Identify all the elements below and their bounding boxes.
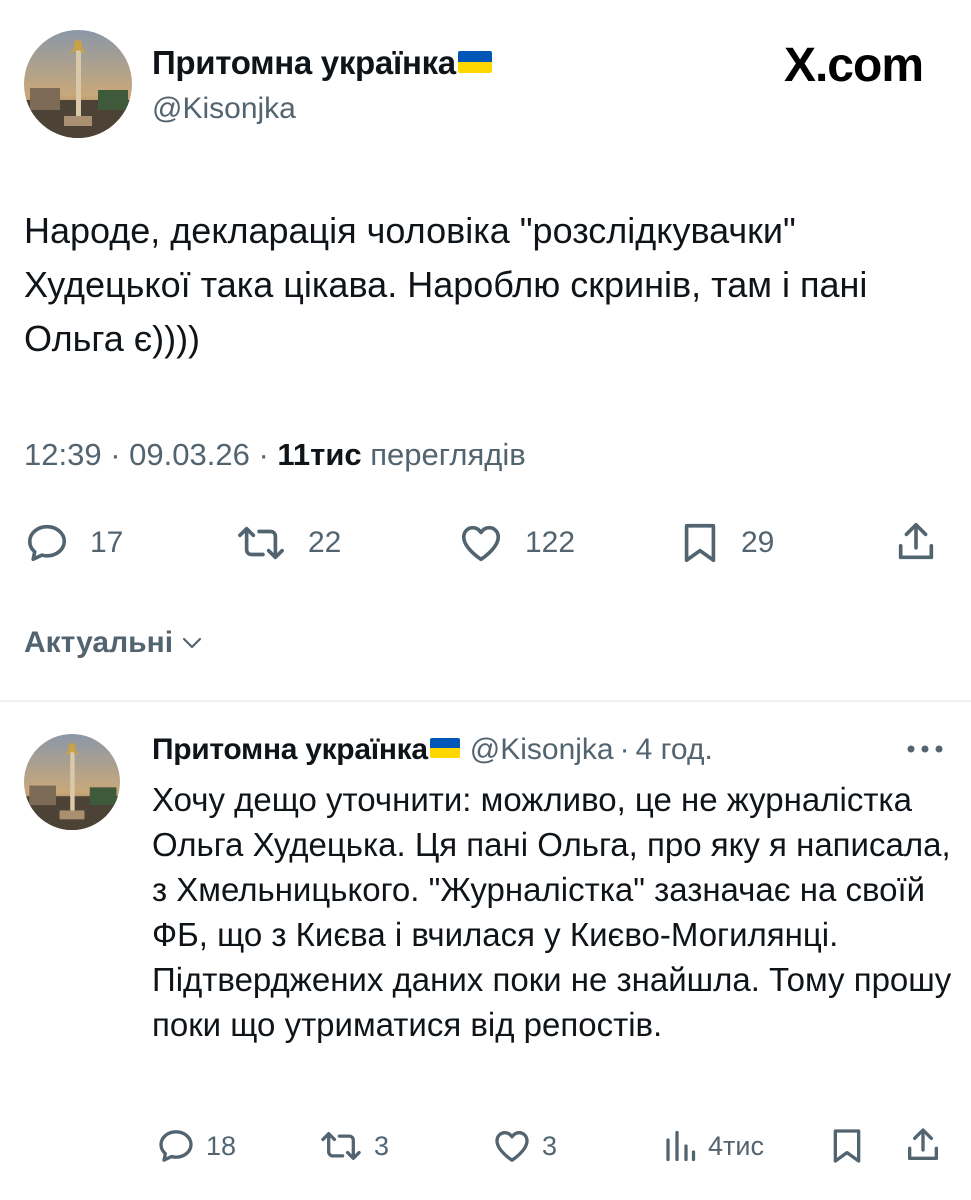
ukraine-flag-icon	[457, 51, 492, 73]
repost-icon	[321, 1132, 361, 1160]
tweet-meta: 12:39 · 09.03.26 · 11тис переглядів	[24, 437, 526, 472]
reply-icon	[27, 524, 67, 562]
site-logo: X.com	[783, 39, 924, 92]
tweet-date[interactable]: 09.03.26	[129, 437, 250, 472]
like-icon	[461, 525, 501, 562]
chevron-down-icon	[182, 637, 202, 649]
reply-reply-button[interactable]: 18	[156, 1126, 236, 1166]
views-count: 11тис	[277, 437, 362, 472]
like-count: 122	[525, 526, 576, 559]
sort-dropdown[interactable]: Актуальні	[24, 626, 203, 660]
tweet-time[interactable]: 12:39	[24, 437, 102, 472]
share-button[interactable]	[893, 518, 939, 566]
reply-bookmark-button[interactable]	[829, 1126, 865, 1166]
reply-repost-count: 3	[374, 1130, 390, 1161]
reply-like-button[interactable]: 3	[492, 1126, 557, 1166]
bookmark-button[interactable]: 29	[679, 520, 774, 566]
repost-icon	[238, 526, 284, 560]
reply-header: Притомна українка @Kisonjka · 4 год.	[152, 733, 713, 767]
repost-button[interactable]: 22	[234, 520, 341, 566]
author-name[interactable]: Притомна українка	[152, 44, 492, 82]
share-icon	[898, 522, 934, 560]
author-handle[interactable]: @Kisonjka	[152, 92, 296, 126]
sort-label: Актуальні	[24, 626, 174, 659]
reply-author-avatar[interactable]	[24, 734, 120, 830]
bookmark-icon	[684, 523, 716, 563]
reply-count: 17	[90, 526, 124, 559]
like-icon	[495, 1131, 529, 1162]
ukraine-flag-icon	[429, 738, 460, 758]
divider	[0, 700, 971, 702]
reply-icon	[159, 1130, 193, 1162]
bookmark-icon	[833, 1129, 861, 1163]
more-icon	[907, 745, 943, 753]
share-icon	[908, 1128, 938, 1160]
reply-like-count: 3	[542, 1130, 558, 1161]
reply-author-handle[interactable]: @Kisonjka	[470, 733, 614, 767]
reply-text: Хочу дещо уточнити: можливо, це не журна…	[152, 781, 952, 1043]
separator-dot: ·	[619, 733, 630, 766]
repost-count: 22	[308, 526, 342, 559]
bookmark-count: 29	[741, 526, 775, 559]
reply-views-button[interactable]: 4тис	[662, 1126, 764, 1166]
reply-share-button[interactable]	[903, 1124, 943, 1166]
views-label: переглядів	[370, 437, 526, 472]
reply-author-name[interactable]: Притомна українка	[152, 733, 460, 767]
reply-reply-count: 18	[206, 1130, 237, 1161]
reply-views-count: 4тис	[708, 1130, 764, 1161]
reply-button[interactable]: 17	[24, 520, 123, 566]
more-options-button[interactable]	[905, 742, 945, 760]
author-avatar[interactable]	[24, 30, 132, 138]
tweet-text: Народе, декларація чоловіка "розслідкува…	[24, 210, 868, 359]
reply-time[interactable]: 4 год.	[636, 733, 713, 767]
like-button[interactable]: 122	[457, 520, 575, 566]
views-icon	[666, 1130, 696, 1162]
reply-repost-button[interactable]: 3	[318, 1126, 389, 1166]
